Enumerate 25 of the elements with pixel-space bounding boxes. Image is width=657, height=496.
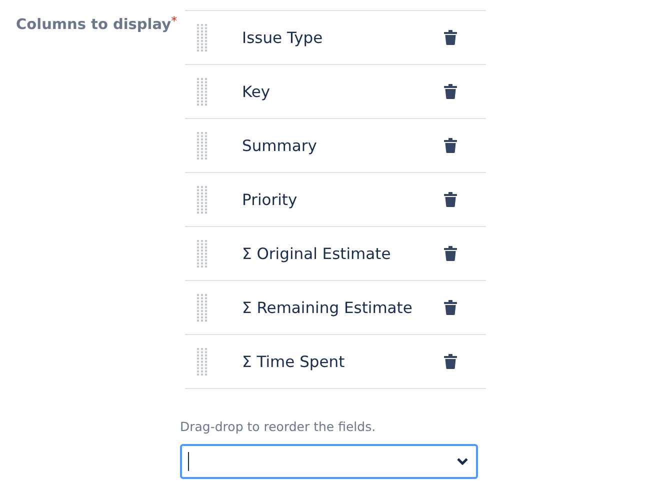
column-name: Issue Type xyxy=(242,28,324,46)
trash-icon[interactable] xyxy=(444,30,457,45)
drag-handle-icon[interactable] xyxy=(197,186,208,214)
trash-icon[interactable] xyxy=(444,354,457,369)
field-label: Columns to display* xyxy=(16,17,178,33)
chevron-down-icon xyxy=(457,458,468,465)
column-name: Σ Time Spent xyxy=(242,352,346,370)
trash-icon[interactable] xyxy=(444,192,457,207)
drag-handle-icon[interactable] xyxy=(197,132,208,160)
drag-handle-icon[interactable] xyxy=(197,348,208,376)
column-name: Σ Original Estimate xyxy=(242,244,392,262)
help-text: Drag-drop to reorder the fields. xyxy=(180,419,377,435)
column-name: Priority xyxy=(242,190,298,208)
trash-icon[interactable] xyxy=(444,300,457,315)
select-field[interactable] xyxy=(180,444,478,479)
column-name: Summary xyxy=(242,136,318,154)
trash-icon[interactable] xyxy=(444,246,457,261)
column-name: Key xyxy=(242,82,272,100)
drag-handle-icon[interactable] xyxy=(197,294,208,322)
drag-handle-icon[interactable] xyxy=(197,24,208,52)
trash-icon[interactable] xyxy=(444,84,457,99)
drag-handle-icon[interactable] xyxy=(197,78,208,106)
drag-handle-icon[interactable] xyxy=(197,240,208,268)
trash-icon[interactable] xyxy=(444,138,457,153)
column-name: Σ Remaining Estimate xyxy=(242,298,414,316)
